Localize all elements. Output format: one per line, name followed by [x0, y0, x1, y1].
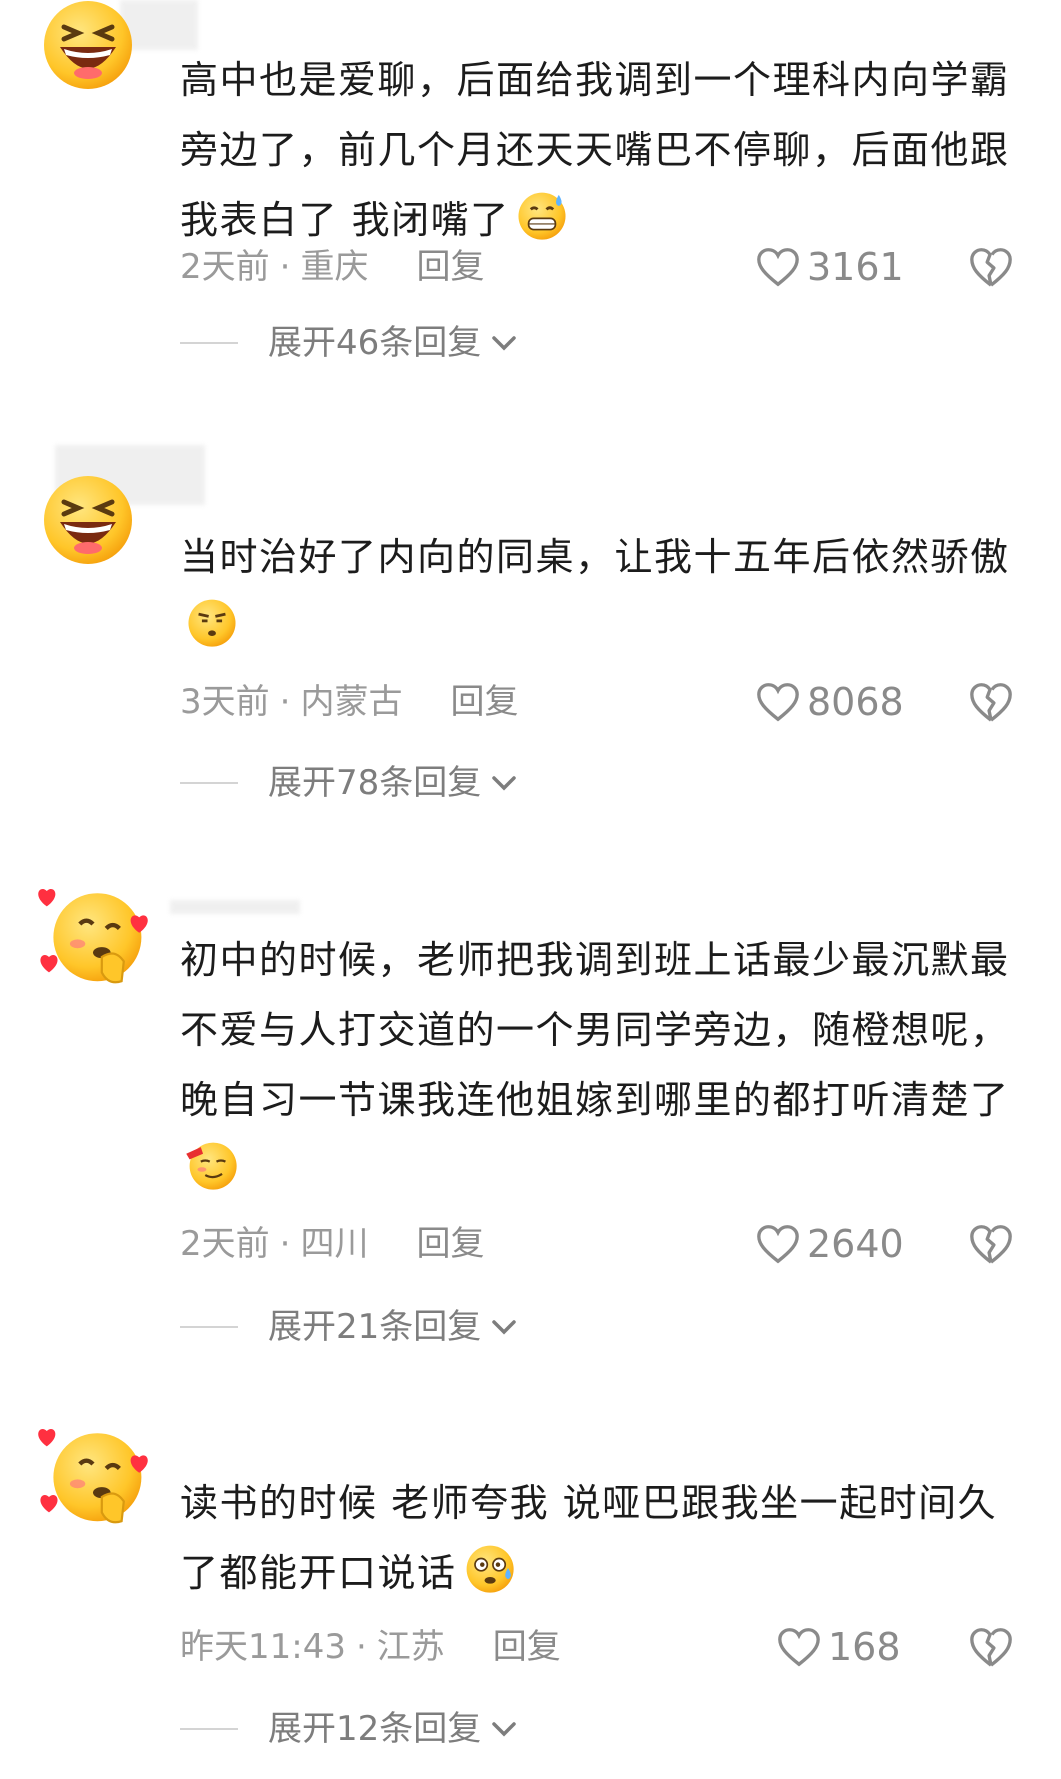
like-button[interactable]: 8068 [755, 677, 904, 727]
comment-text: 高中也是爱聊，后面给我调到一个理科内向学霸旁边了，前几个月还天天嘴巴不停聊，后面… [180, 58, 1010, 243]
like-count: 168 [828, 1625, 901, 1669]
heart-icon [778, 1628, 820, 1667]
broken-heart-icon[interactable] [968, 244, 1014, 290]
expand-replies-button[interactable]: 展开21条回复 [180, 1302, 519, 1352]
comment-meta: 2天前 · 四川 回复 [180, 1224, 485, 1264]
divider [180, 342, 238, 344]
timestamp: 3天前 [180, 682, 270, 722]
like-count: 2640 [807, 1222, 904, 1266]
expand-replies-button[interactable]: 展开78条回复 [180, 758, 519, 808]
smug-face-icon [184, 594, 240, 650]
divider [180, 1728, 238, 1730]
dizzy-sweat-face-icon [461, 1540, 517, 1596]
location: 四川 [300, 1224, 369, 1264]
chevron-down-icon [492, 1722, 517, 1737]
grinning-squint-face-icon[interactable] [38, 0, 138, 95]
chevron-down-icon [492, 776, 517, 791]
comment-meta: 3天前 · 内蒙古 回复 [180, 682, 519, 722]
chevron-down-icon [492, 336, 517, 351]
heart-icon [757, 683, 799, 722]
reply-button[interactable]: 回复 [416, 247, 484, 287]
proud-blush-face-icon [184, 1137, 240, 1193]
winking-hearts-face-icon[interactable] [38, 880, 148, 990]
location: 江苏 [376, 1627, 445, 1667]
expand-replies-button[interactable]: 展开46条回复 [180, 318, 519, 368]
timestamp: 昨天11:43 [180, 1627, 346, 1667]
like-count: 8068 [807, 680, 904, 724]
comment-meta: 昨天11:43 · 江苏 回复 [180, 1627, 561, 1667]
expand-replies-button[interactable]: 展开12条回复 [180, 1704, 519, 1754]
like-button[interactable]: 168 [776, 1622, 901, 1672]
reply-button[interactable]: 回复 [450, 682, 518, 722]
divider [180, 1326, 238, 1328]
divider [180, 782, 238, 784]
heart-icon [757, 248, 799, 287]
like-button[interactable]: 3161 [755, 242, 904, 292]
like-button[interactable]: 2640 [755, 1219, 904, 1269]
grinning-squint-face-icon[interactable] [38, 470, 138, 570]
comment-text: 读书的时候 老师夸我 说哑巴跟我坐一起时间久了都能开口说话 [180, 1481, 998, 1596]
heart-icon [757, 1225, 799, 1264]
location: 重庆 [300, 247, 369, 287]
broken-heart-icon[interactable] [968, 1624, 1014, 1670]
comment-text: 初中的时候，老师把我调到班上话最少最沉默最不爱与人打交道的一个男同学旁边，随橙想… [180, 925, 1030, 1205]
like-count: 3161 [807, 245, 904, 289]
timestamp: 2天前 [180, 1224, 270, 1264]
broken-heart-icon[interactable] [968, 1221, 1014, 1267]
chevron-down-icon [492, 1320, 517, 1335]
winking-hearts-face-icon[interactable] [38, 1420, 148, 1530]
location: 内蒙古 [300, 682, 403, 722]
grinning-sweat-face-icon [514, 187, 570, 243]
broken-heart-icon[interactable] [968, 679, 1014, 725]
reply-button[interactable]: 回复 [493, 1627, 561, 1667]
comment-meta: 2天前 · 重庆 回复 [180, 247, 485, 287]
timestamp: 2天前 [180, 247, 270, 287]
reply-button[interactable]: 回复 [416, 1224, 484, 1264]
comment-text: 当时治好了内向的同桌，让我十五年后依然骄傲 [180, 522, 1030, 662]
